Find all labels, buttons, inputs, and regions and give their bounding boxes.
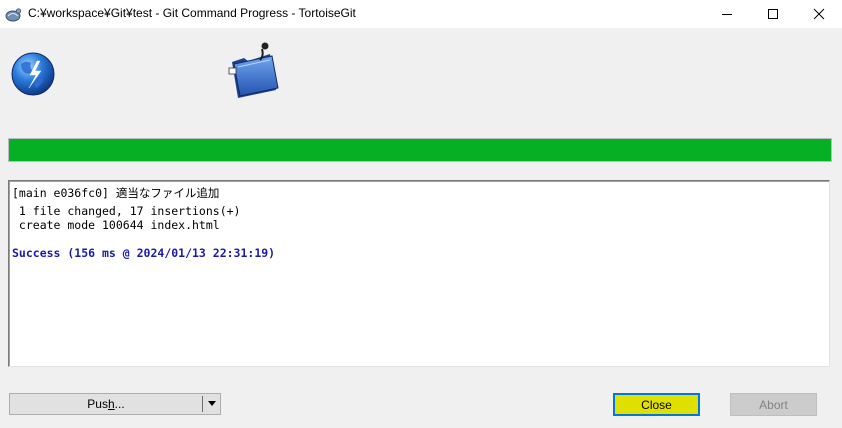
close-window-button[interactable]	[796, 0, 842, 28]
maximize-button[interactable]	[750, 0, 796, 28]
push-label-ellipsis: ...	[114, 397, 125, 411]
folder-icon	[226, 40, 280, 100]
push-label-text: Pus	[87, 397, 108, 411]
progress-fill	[9, 139, 831, 161]
close-icon	[813, 8, 825, 20]
chevron-down-icon[interactable]	[207, 401, 217, 407]
abort-button[interactable]: Abort	[730, 393, 817, 416]
push-label-accelerator: h	[107, 397, 115, 411]
maximize-icon	[768, 9, 778, 19]
close-button-label: Close	[641, 398, 672, 412]
log-line: create mode 100644 index.html	[12, 218, 220, 232]
push-button-label: Push...	[10, 397, 202, 411]
globe-icon	[9, 50, 57, 98]
minimize-button[interactable]	[704, 0, 750, 28]
split-button-divider	[202, 396, 203, 412]
push-button[interactable]: Push...	[9, 393, 221, 415]
success-message: Success (156 ms @ 2024/01/13 22:31:19)	[12, 246, 276, 260]
window-title: C:¥workspace¥Git¥test - Git Command Prog…	[28, 6, 356, 20]
close-button[interactable]: Close	[613, 393, 700, 416]
progress-bar	[8, 138, 832, 162]
abort-button-label: Abort	[759, 398, 788, 412]
title-bar[interactable]: C:¥workspace¥Git¥test - Git Command Prog…	[0, 0, 842, 28]
log-line: [main e036fc0] 適当なファイル追加	[12, 186, 220, 200]
tortoisegit-icon[interactable]	[4, 5, 22, 23]
log-output[interactable]: [main e036fc0] 適当なファイル追加 1 file changed,…	[8, 180, 830, 367]
log-line: 1 file changed, 17 insertions(+)	[12, 204, 241, 218]
minimize-icon	[722, 14, 732, 15]
